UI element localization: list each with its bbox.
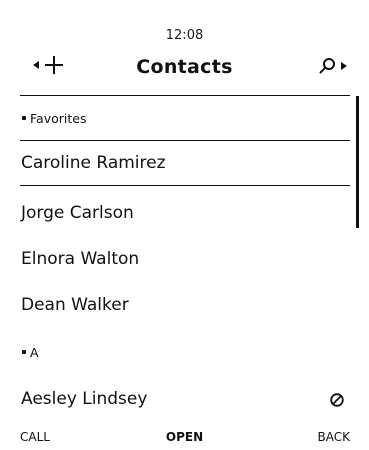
bullet-icon — [22, 116, 26, 120]
contact-item[interactable]: Elnora Walton — [20, 236, 350, 282]
page-title: Contacts — [136, 56, 233, 78]
arrow-right-icon — [341, 61, 347, 70]
contact-item-selected[interactable]: Caroline Ramirez — [20, 140, 350, 186]
contact-name: Elnora Walton — [21, 249, 140, 269]
status-time: 12:08 — [165, 28, 204, 43]
section-label: Favorites — [30, 110, 87, 126]
section-header-a: A — [20, 332, 350, 372]
softkey-back[interactable]: BACK — [318, 430, 350, 444]
bullet-icon — [22, 350, 26, 354]
scrollbar[interactable] — [356, 96, 359, 228]
softkey-open[interactable]: OPEN — [0, 430, 369, 444]
contact-name: Aesley Lindsey — [21, 389, 148, 409]
contact-name: Jorge Carlson — [21, 203, 134, 223]
contact-name: Caroline Ramirez — [21, 153, 166, 173]
header-bar: Contacts — [0, 48, 369, 92]
contact-item[interactable]: Jorge Carlson — [20, 190, 350, 236]
header-divider — [20, 95, 350, 96]
contact-item[interactable]: Dean Walker — [20, 282, 350, 328]
softkey-bar: CALL OPEN BACK — [0, 430, 369, 450]
search-button[interactable] — [319, 57, 347, 74]
blocked-icon — [330, 392, 344, 407]
section-header-favorites: Favorites — [20, 98, 350, 138]
contacts-screen: 12:08 Contacts Favorites Caroline Ramire… — [0, 0, 369, 450]
search-icon — [319, 57, 336, 74]
section-label: A — [30, 344, 39, 360]
contact-name: Dean Walker — [21, 295, 129, 315]
contact-item[interactable]: Aesley Lindsey — [20, 376, 350, 422]
